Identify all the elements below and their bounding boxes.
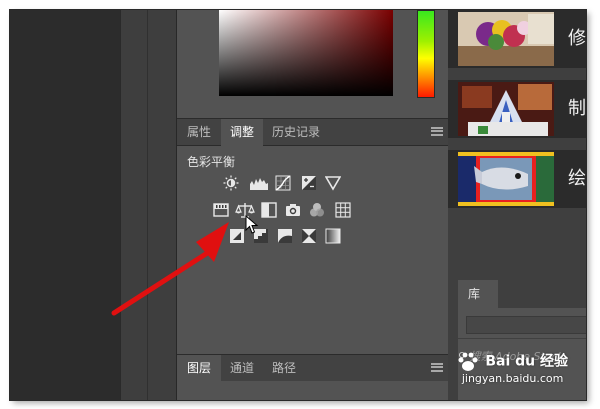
photo-filter-icon[interactable] [285,202,301,218]
layers-tabbar: 图层 通道 路径 [177,354,449,382]
color-lookup-icon[interactable] [335,202,351,218]
library-dropdown[interactable] [466,316,586,334]
channel-mixer-icon[interactable] [309,202,325,218]
color-picker-field[interactable] [219,10,393,96]
watermark-url: jingyan.baidu.com [461,372,564,386]
thumbnail-row[interactable]: 修 [448,10,586,68]
gradient-map-icon[interactable] [325,228,341,244]
adjustment-heading: 色彩平衡 [187,155,236,169]
tab-paths[interactable]: 路径 [263,355,305,381]
thumbnail-row[interactable]: 制 [448,80,586,138]
tab-history[interactable]: 历史记录 [263,119,329,145]
flowers-thumbnail [458,12,554,66]
gradient-triangle-icon[interactable] [325,175,341,191]
photoshop-window: 属性 调整 历史记录 色彩平衡 图层 通道 路径 修 制 绘 库 ⚲ 搜索 Ad… [10,10,586,400]
right-panel-column: 修 制 绘 库 ⚲ 搜索 Adobe Stock [448,10,586,400]
thumbnail-label: 制 [568,98,586,119]
left-dark-panel [10,10,120,400]
left-tool-strip [120,10,177,400]
thumbnail-row[interactable]: 绘 [448,150,586,208]
tab-properties[interactable]: 属性 [177,119,221,145]
black-white-icon[interactable] [261,202,277,218]
tab-adjustments[interactable]: 调整 [221,119,263,146]
tab-layers[interactable]: 图层 [177,355,221,382]
model-house-thumbnail [458,82,554,136]
thumbnail-label: 绘 [568,168,586,189]
layers-menu-icon[interactable] [431,363,443,372]
baidu-paw-icon [458,352,478,372]
curves-icon[interactable] [275,175,291,191]
mouse-cursor-icon [245,215,259,234]
middle-panel-column: 属性 调整 历史记录 色彩平衡 图层 通道 路径 [176,10,450,400]
adjustments-tabbar: 属性 调整 历史记录 [177,118,449,146]
layers-panel-body [177,381,449,400]
fish-thumbnail [458,152,554,206]
baidu-watermark: Bai du 经验 jingyan.baidu.com [457,352,568,386]
hue-slider[interactable] [417,10,435,98]
levels-icon[interactable] [249,175,269,191]
invert-icon[interactable] [229,228,245,244]
selective-color-icon[interactable] [301,228,317,244]
vibrance-icon[interactable] [213,202,229,218]
libraries-divider [458,338,586,339]
tab-libraries[interactable]: 库 [458,280,498,308]
tab-channels[interactable]: 通道 [221,355,263,381]
exposure-icon[interactable] [301,175,317,191]
threshold-icon[interactable] [277,228,293,244]
panel-menu-icon[interactable] [431,127,443,136]
thumbnail-label: 修 [568,28,586,49]
watermark-brand: Bai du 经验 [485,353,568,370]
brightness-contrast-icon[interactable] [223,175,239,191]
